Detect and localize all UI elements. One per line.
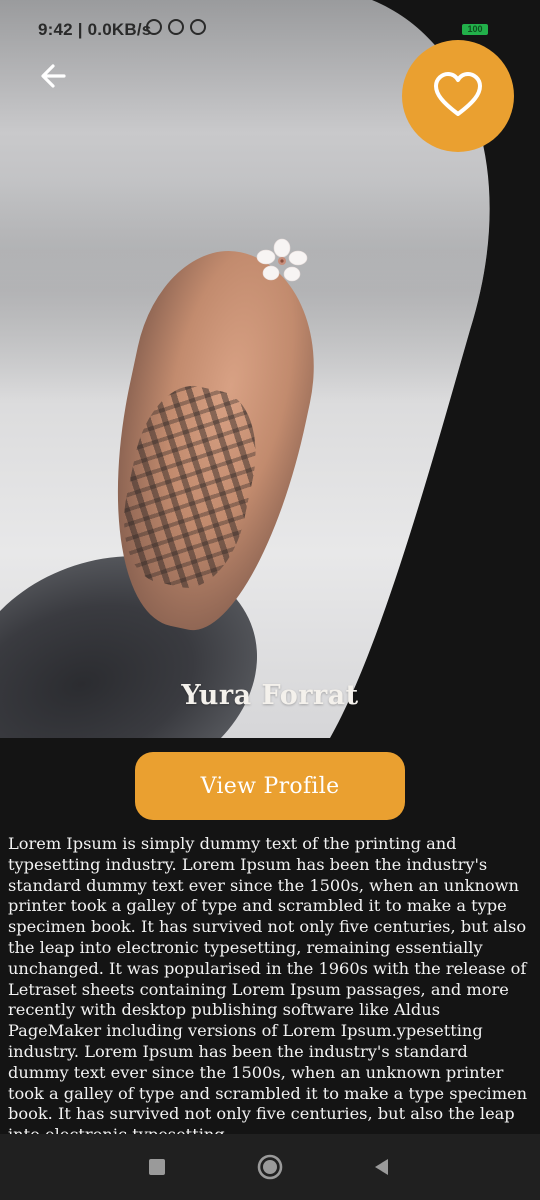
- view-profile-button[interactable]: View Profile: [135, 752, 405, 820]
- status-icons: [146, 19, 206, 35]
- photo-tattoo: [110, 377, 269, 598]
- hero-image-area: 9:42 | 0.0KB/s 100 Yura Forrat: [0, 0, 540, 738]
- heart-outline-icon: [434, 72, 482, 116]
- back-nav-button[interactable]: [366, 1152, 396, 1182]
- flower-icon: [254, 238, 310, 282]
- profile-description: Lorem Ipsum is simply dummy text of the …: [8, 834, 528, 1134]
- arrow-left-icon: [41, 64, 66, 88]
- profile-name: Yura Forrat: [181, 680, 359, 711]
- alarm-icon: [146, 19, 162, 35]
- sync-icon: [168, 19, 184, 35]
- vpn-icon: [190, 19, 206, 35]
- recents-square-icon: [149, 1159, 165, 1175]
- home-button[interactable]: [255, 1152, 285, 1182]
- recents-button[interactable]: [142, 1152, 172, 1182]
- favorite-button[interactable]: [402, 40, 514, 152]
- back-triangle-icon: [375, 1159, 388, 1175]
- status-time: 9:42 | 0.0KB/s: [38, 20, 152, 39]
- home-circle-icon: [257, 1154, 283, 1180]
- system-nav-bar: [0, 1134, 540, 1200]
- profile-screen: 9:42 | 0.0KB/s 100 Yura Forrat View Prof…: [0, 0, 540, 1200]
- status-time-text: 9:42: [38, 20, 73, 39]
- back-button[interactable]: [34, 56, 74, 96]
- network-speed: 0.0KB/s: [87, 20, 152, 39]
- battery-icon: 100: [462, 24, 488, 35]
